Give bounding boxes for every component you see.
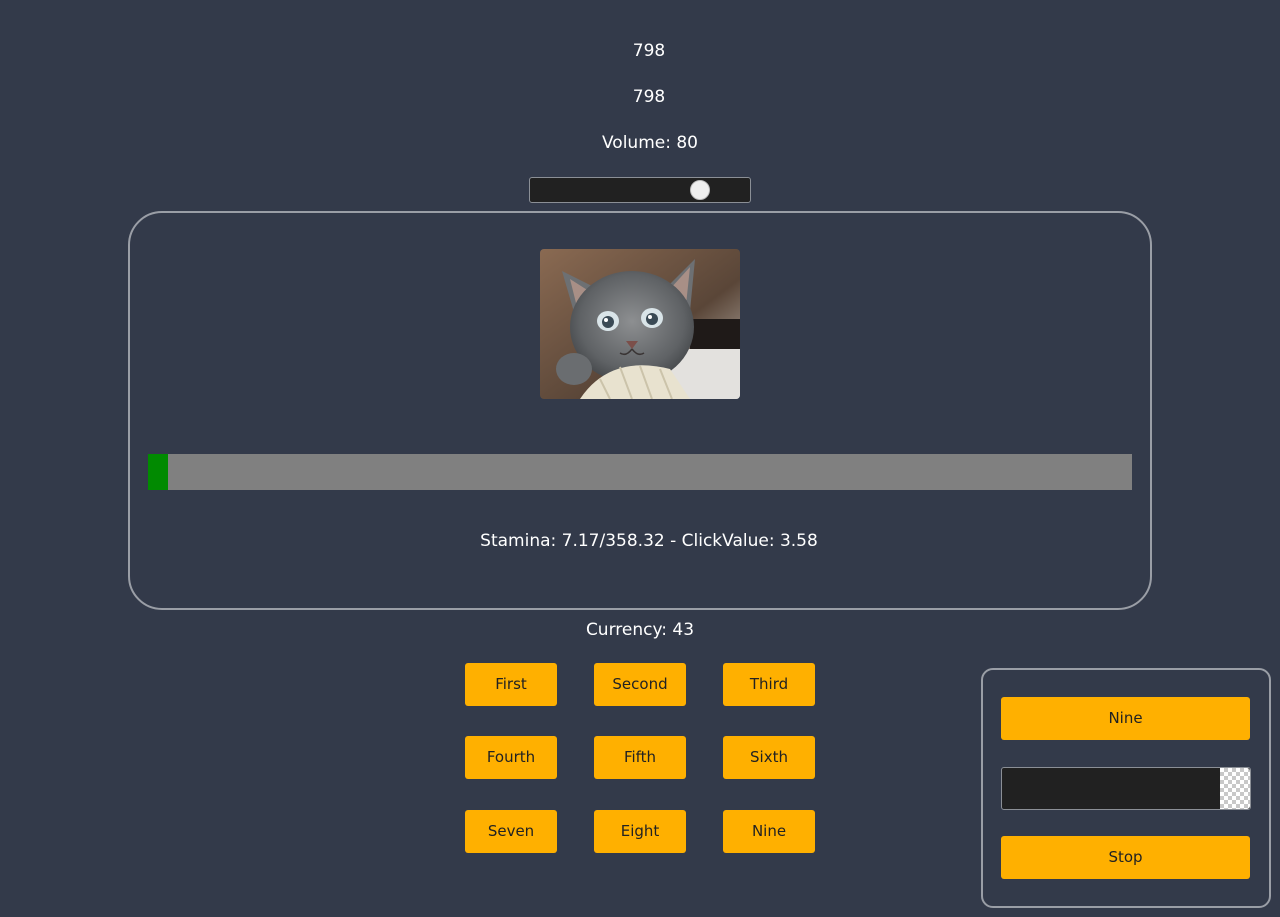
counter-value-2: 798: [632, 87, 666, 107]
button-third[interactable]: Third: [723, 663, 815, 706]
side-nine-button[interactable]: Nine: [1001, 697, 1250, 740]
currency-label: Currency: 43: [585, 620, 695, 640]
stamina-bar-fill: [148, 454, 168, 490]
counter-value-1: 798: [632, 41, 666, 61]
kitten-illustration: [540, 249, 740, 399]
button-fourth[interactable]: Fourth: [465, 736, 557, 779]
button-seven[interactable]: Seven: [465, 810, 557, 853]
slider-thumb[interactable]: [690, 180, 711, 200]
button-fifth[interactable]: Fifth: [594, 736, 686, 779]
stamina-bar: [148, 454, 1132, 490]
transparency-swatch: [1220, 768, 1250, 809]
button-first[interactable]: First: [465, 663, 557, 706]
button-second[interactable]: Second: [594, 663, 686, 706]
stop-button[interactable]: Stop: [1001, 836, 1250, 879]
button-sixth[interactable]: Sixth: [723, 736, 815, 779]
button-eight[interactable]: Eight: [594, 810, 686, 853]
volume-label: Volume: 80: [602, 133, 698, 153]
button-nine[interactable]: Nine: [723, 810, 815, 853]
stamina-text: Stamina: 7.17/358.32 - ClickValue: 3.58: [480, 531, 818, 551]
side-input-field[interactable]: [1001, 767, 1251, 810]
volume-slider[interactable]: [529, 177, 751, 203]
page: 798 798 Volume: 80 Stamina: 7.17/358.32 …: [0, 0, 1280, 917]
kitten-image[interactable]: [540, 249, 740, 399]
